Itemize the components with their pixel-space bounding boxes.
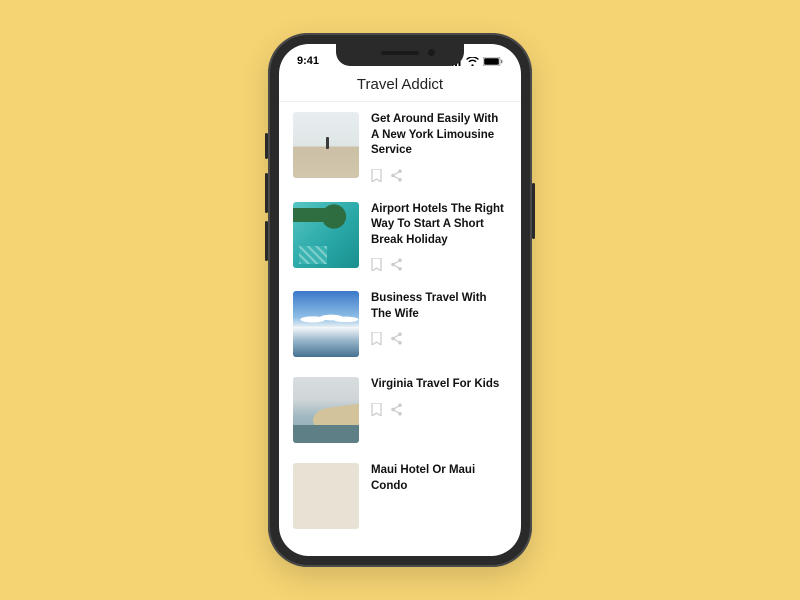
volume-down-button bbox=[265, 221, 268, 261]
list-item[interactable]: Maui Hotel Or Maui Condo bbox=[293, 463, 507, 529]
share-icon[interactable] bbox=[390, 403, 403, 416]
notch bbox=[336, 44, 464, 66]
share-icon[interactable] bbox=[390, 332, 403, 345]
app-header: Travel Addict bbox=[279, 72, 521, 102]
list-item[interactable]: Airport Hotels The Right Way To Start A … bbox=[293, 202, 507, 272]
article-thumbnail[interactable] bbox=[293, 112, 359, 178]
volume-up-button bbox=[265, 173, 268, 213]
article-title: Virginia Travel For Kids bbox=[371, 377, 507, 393]
app-title: Travel Addict bbox=[279, 76, 521, 93]
article-thumbnail[interactable] bbox=[293, 291, 359, 357]
list-item[interactable]: Business Travel With The Wife bbox=[293, 291, 507, 357]
article-thumbnail[interactable] bbox=[293, 202, 359, 268]
article-thumbnail[interactable] bbox=[293, 377, 359, 443]
list-item[interactable]: Virginia Travel For Kids bbox=[293, 377, 507, 443]
article-title: Airport Hotels The Right Way To Start A … bbox=[371, 202, 507, 249]
article-title: Maui Hotel Or Maui Condo bbox=[371, 463, 507, 494]
article-thumbnail[interactable] bbox=[293, 463, 359, 529]
mute-switch bbox=[265, 133, 268, 159]
status-time: 9:41 bbox=[297, 55, 319, 67]
bookmark-icon[interactable] bbox=[371, 258, 382, 271]
wifi-icon bbox=[466, 57, 479, 66]
phone-frame: 9:41 Travel Addict Get Around Easil bbox=[268, 33, 532, 567]
bookmark-icon[interactable] bbox=[371, 332, 382, 345]
bookmark-icon[interactable] bbox=[371, 403, 382, 416]
screen: 9:41 Travel Addict Get Around Easil bbox=[279, 44, 521, 556]
battery-icon bbox=[483, 57, 503, 66]
share-icon[interactable] bbox=[390, 258, 403, 271]
share-icon[interactable] bbox=[390, 169, 403, 182]
power-button bbox=[532, 183, 535, 239]
article-list[interactable]: Get Around Easily With A New York Limous… bbox=[279, 102, 521, 554]
article-title: Get Around Easily With A New York Limous… bbox=[371, 112, 507, 159]
bookmark-icon[interactable] bbox=[371, 169, 382, 182]
list-item[interactable]: Get Around Easily With A New York Limous… bbox=[293, 112, 507, 182]
article-title: Business Travel With The Wife bbox=[371, 291, 507, 322]
